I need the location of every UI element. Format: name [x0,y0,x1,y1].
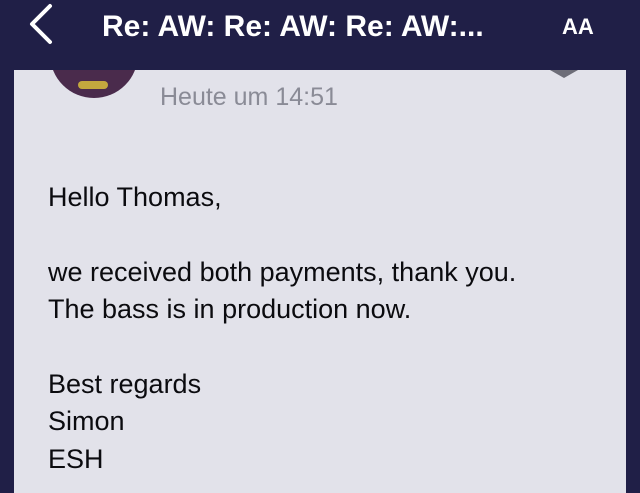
message-date: Heute um 14:51 [160,83,338,111]
chevron-left-icon [30,4,52,44]
message-content: Heute um 14:51 Hello Thomas, we received… [14,70,626,493]
svg-text:AA: AA [562,14,594,39]
avatar-detail [78,81,108,89]
text-size-icon: AA [562,14,594,39]
body-line-1: we received both payments, thank you. [48,257,517,287]
body-closing: Best regards [48,369,202,399]
sender-avatar[interactable] [50,70,138,98]
nav-title: Re: AW: Re: AW: Re: AW:... [102,10,484,43]
flag-icon[interactable] [546,70,582,80]
body-signature-company: ESH [48,444,104,474]
body-signature-name: Simon [48,406,125,436]
text-size-button[interactable]: AA [560,10,608,42]
body-line-2: The bass is in production now. [48,294,412,324]
navigation-bar: Re: AW: Re: AW: Re: AW:... AA [0,0,640,52]
back-button[interactable] [24,2,64,46]
body-greeting: Hello Thomas, [48,182,222,212]
